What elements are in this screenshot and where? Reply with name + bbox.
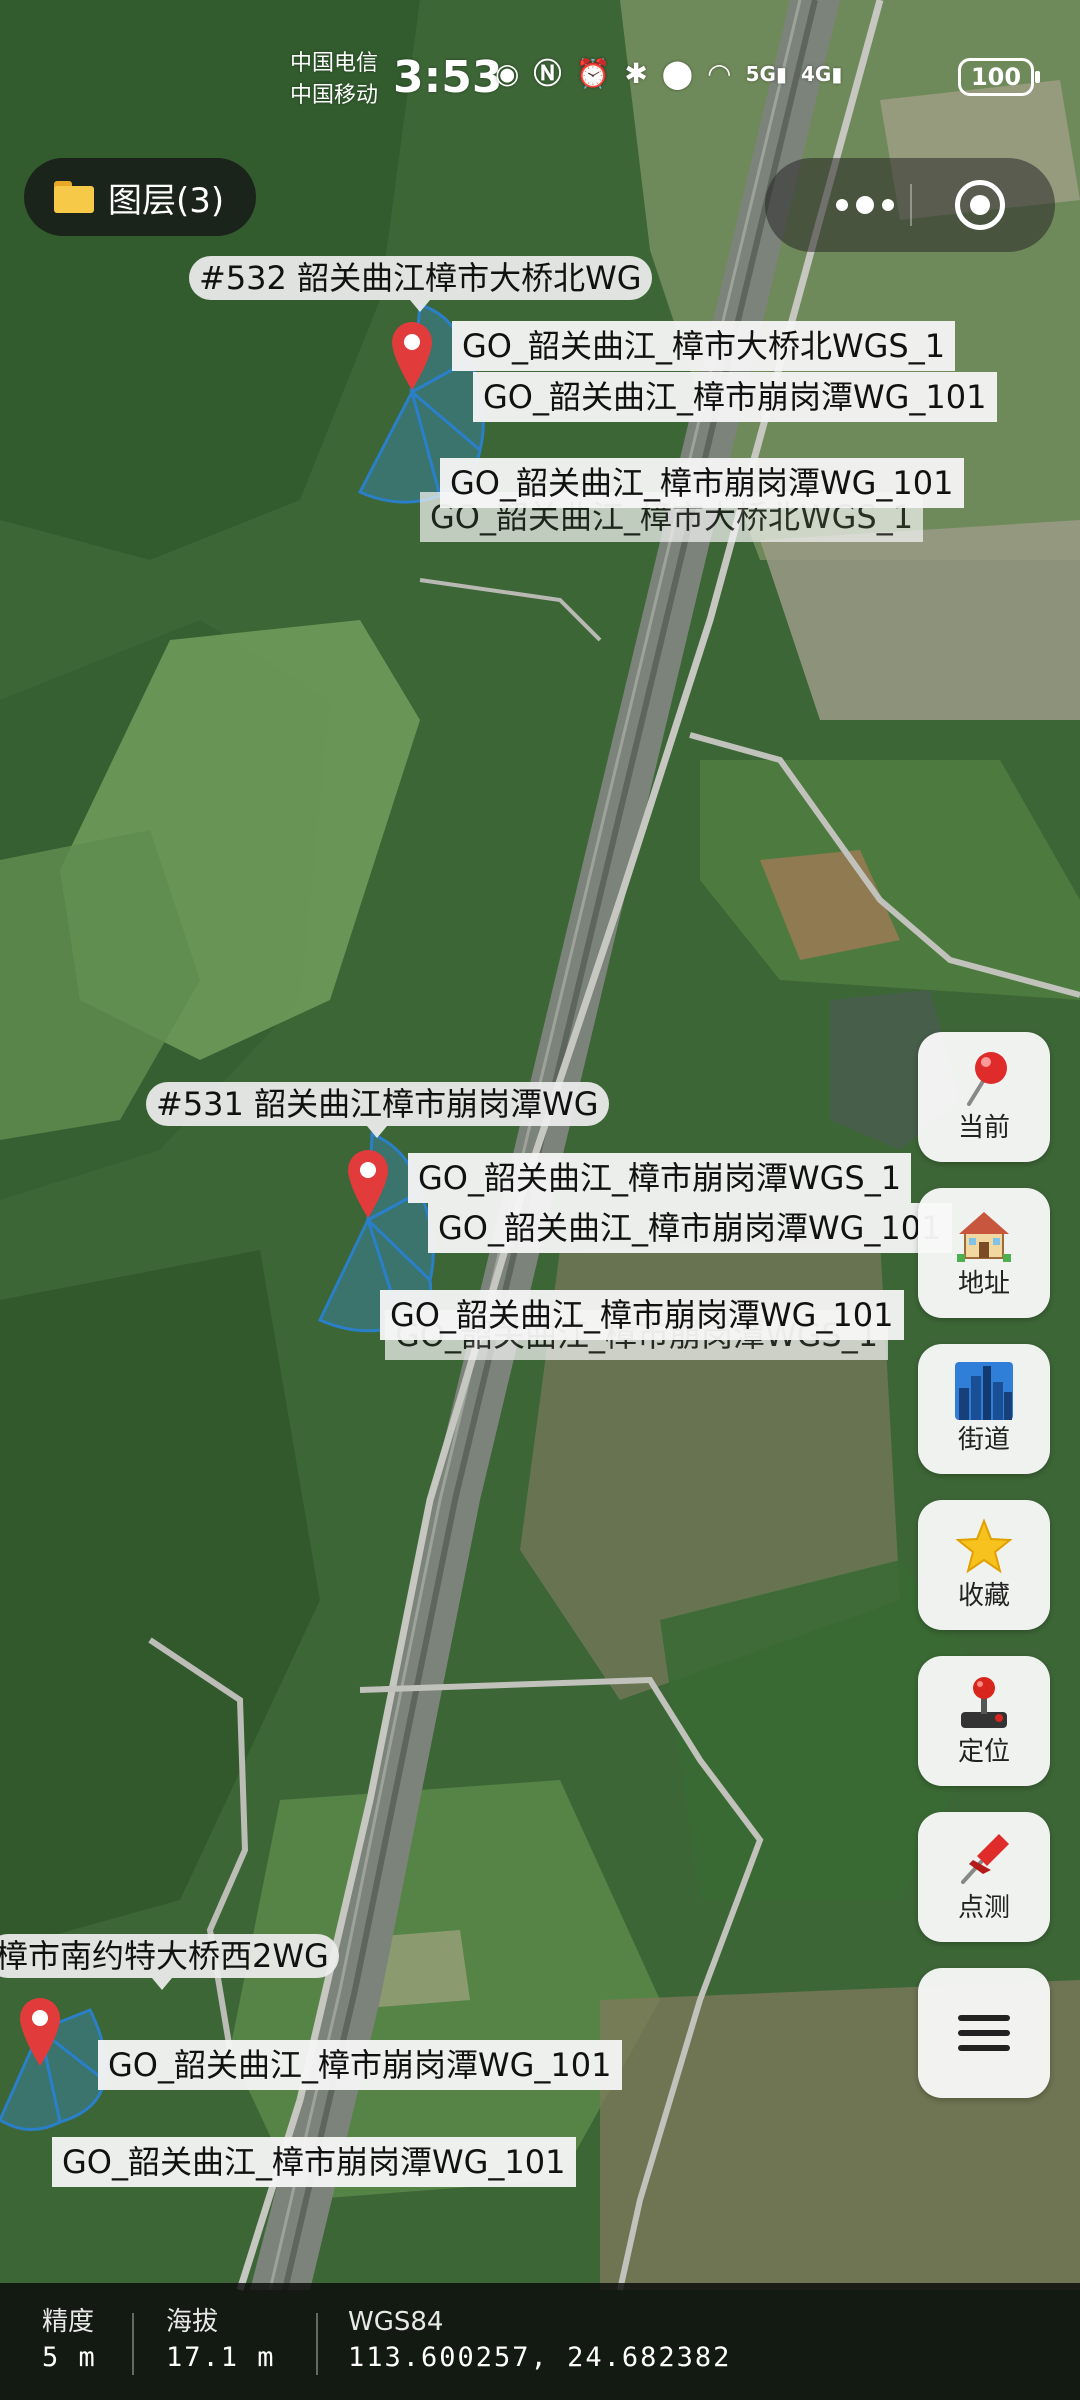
folder-icon: [54, 181, 94, 213]
location-info-bar: 精度 5 m 海拔 17.1 m WGS84 113.600257, 24.68…: [0, 2283, 1080, 2400]
joystick-locate-icon: [961, 1677, 1007, 1728]
site-3-cell-label[interactable]: GO_韶关曲江_樟市崩岗潭WG_101: [52, 2137, 576, 2187]
altitude-value: 17.1 m: [166, 2342, 276, 2373]
layers-button-label: 图层(3): [108, 180, 225, 221]
wifi-icon: ◠: [707, 57, 732, 90]
menu-button[interactable]: [918, 1968, 1050, 2098]
carrier-2: 中国移动: [290, 83, 379, 108]
tool-favorite-button[interactable]: 收藏: [918, 1500, 1050, 1630]
4g-signal-icon: 4G▮: [800, 62, 843, 86]
carrier-names: 中国电信 中国移动: [290, 48, 378, 112]
cityscape-street-icon: [955, 1362, 1013, 1420]
site-531-pin-icon[interactable]: [346, 1148, 390, 1220]
pin-point-test-icon: [961, 1834, 1009, 1884]
tool-locate-button[interactable]: 定位: [918, 1656, 1050, 1786]
star-favorite-icon: [955, 1518, 1013, 1574]
clock: 3:53: [393, 52, 503, 103]
tool-current-label: 当前: [957, 1113, 1010, 1143]
site-532-title[interactable]: #532 韶关曲江樟市大桥北WG: [189, 256, 652, 312]
more-options-icon[interactable]: [805, 186, 925, 224]
house-address-icon: [957, 1212, 1011, 1262]
site-532-cell-label[interactable]: GO_韶关曲江_樟市崩岗潭WG_101: [473, 372, 997, 422]
accuracy-field: 精度 5 m: [42, 2305, 97, 2377]
tool-favorite-label: 收藏: [957, 1581, 1010, 1611]
tool-point-test-label: 点测: [957, 1893, 1010, 1923]
site-532-cell-label[interactable]: GO_韶关曲江_樟市大桥北WGS_1: [452, 321, 956, 371]
site-531-cell-label[interactable]: GO_韶关曲江_樟市崩岗潭WGS_1: [408, 1153, 912, 1203]
altitude-field: 海拔 17.1 m: [166, 2305, 276, 2377]
site-531-cell-label[interactable]: GO_韶关曲江_樟市崩岗潭WG_101: [428, 1203, 952, 1253]
eye-icon: ◉: [495, 57, 520, 90]
alarm-icon: ⏰: [575, 57, 611, 90]
site-3-title[interactable]: 樟市南约特大桥西2WG: [0, 1934, 339, 1990]
coordinate-system-label: WGS84: [348, 2307, 444, 2337]
nfc-icon: Ⓝ: [533, 57, 562, 90]
coordinates-value: 113.600257, 24.682382: [348, 2342, 732, 2373]
close-target-icon[interactable]: [955, 180, 1005, 230]
status-bar: 中国电信 中国移动 3:53 ◉ Ⓝ ⏰ ✱ ⬤ ◠ 5G▮ 4G▮ 100: [0, 0, 1080, 150]
accuracy-value: 5 m: [42, 2342, 97, 2373]
location-icon: ⬤: [661, 57, 694, 90]
site-3-pin-icon[interactable]: [18, 1996, 62, 2068]
tool-address-label: 地址: [957, 1269, 1010, 1299]
5g-signal-icon: 5G▮: [745, 62, 787, 86]
tool-street-button[interactable]: 街道: [918, 1344, 1050, 1474]
site-531-cell-label[interactable]: GO_韶关曲江_樟市崩岗潭WG_101: [380, 1290, 904, 1340]
site-3-cell-label[interactable]: GO_韶关曲江_樟市崩岗潭WG_101: [98, 2040, 622, 2090]
tool-address-button[interactable]: 地址: [918, 1188, 1050, 1318]
site-532-cell-label[interactable]: GO_韶关曲江_樟市崩岗潭WG_101: [440, 458, 964, 508]
accuracy-label: 精度: [42, 2307, 95, 2337]
battery-icon: 100: [958, 58, 1040, 96]
site-532-pin-icon[interactable]: [390, 320, 434, 392]
mini-program-capsule: [765, 158, 1055, 252]
site-531-title[interactable]: #531 韶关曲江樟市崩岗潭WG: [146, 1082, 609, 1138]
tool-locate-label: 定位: [957, 1737, 1010, 1767]
tool-street-label: 街道: [957, 1425, 1010, 1455]
carrier-1: 中国电信: [290, 51, 379, 76]
layers-button[interactable]: 图层(3): [24, 158, 256, 236]
bluetooth-icon: ✱: [624, 57, 648, 90]
altitude-label: 海拔: [166, 2307, 219, 2337]
menu-icon: [958, 2006, 1010, 2060]
tool-point-test-button[interactable]: 点测: [918, 1812, 1050, 1942]
coordinates-field: WGS84 113.600257, 24.682382: [348, 2305, 731, 2377]
tool-current-button[interactable]: 当前: [918, 1032, 1050, 1162]
pushpin-current-icon: [967, 1052, 1007, 1106]
